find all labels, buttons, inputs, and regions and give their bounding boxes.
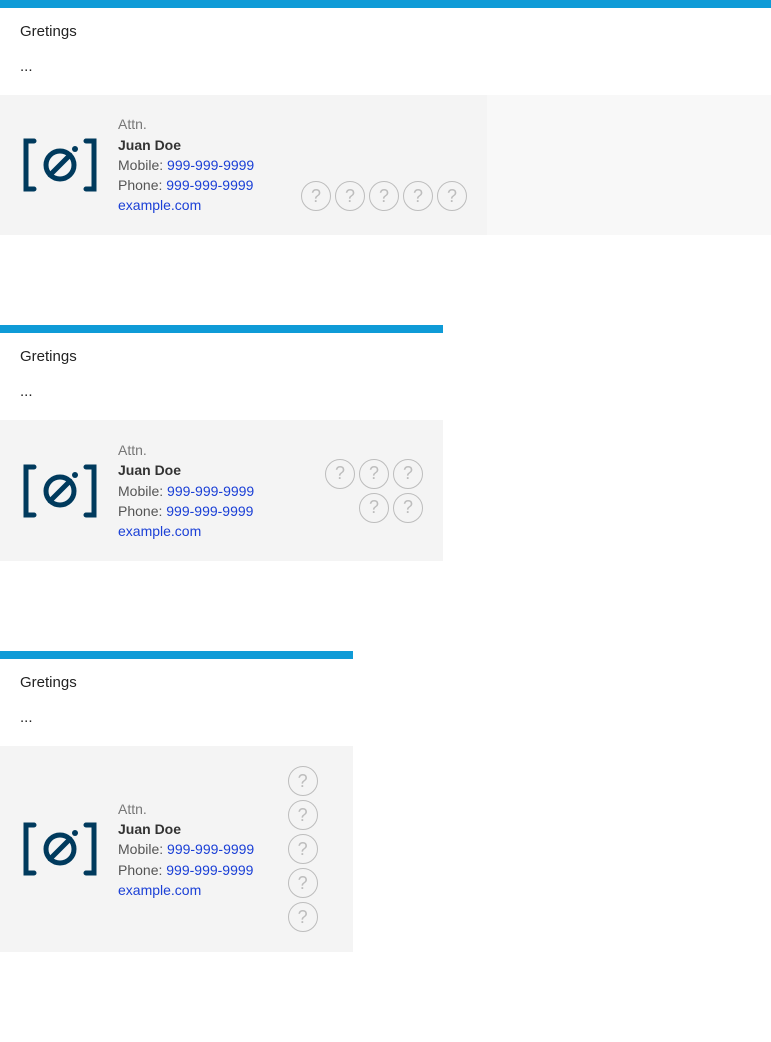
logo-icon [20, 821, 100, 877]
phone-label: Phone: [118, 862, 166, 878]
mobile-link[interactable]: 999-999-9999 [167, 483, 254, 499]
social-icon[interactable]: ? [393, 493, 423, 523]
social-icon[interactable]: ? [437, 181, 467, 211]
brand-bar [0, 651, 353, 659]
phone-link[interactable]: 999-999-9999 [166, 503, 253, 519]
contact-info: Attn. Juan Doe Mobile: 999-999-9999 Phon… [118, 799, 254, 900]
social-icon[interactable]: ? [403, 181, 433, 211]
social-icon[interactable]: ? [359, 459, 389, 489]
social-icon[interactable]: ? [301, 181, 331, 211]
attn-label: Attn. [118, 440, 254, 460]
brand-bar [0, 325, 443, 333]
contact-info: Attn. Juan Doe Mobile: 999-999-9999 Phon… [118, 440, 254, 541]
social-icon[interactable]: ? [325, 459, 355, 489]
greeting-text: Gretings [20, 348, 423, 365]
body-placeholder: ... [20, 58, 751, 75]
phone-link[interactable]: 999-999-9999 [166, 862, 253, 878]
mobile-label: Mobile: [118, 157, 167, 173]
mobile-label: Mobile: [118, 841, 167, 857]
logo-icon [20, 137, 100, 193]
social-icon[interactable]: ? [288, 834, 318, 864]
body-placeholder: ... [20, 709, 333, 726]
contact-name: Juan Doe [118, 460, 254, 480]
logo-icon [20, 463, 100, 519]
social-icons-column: ? ? ? ? ? [272, 766, 333, 932]
mobile-label: Mobile: [118, 483, 167, 499]
social-icon[interactable]: ? [288, 868, 318, 898]
social-icons-wrap: ? ? ? ? ? [272, 459, 423, 523]
social-icon[interactable]: ? [335, 181, 365, 211]
social-icon[interactable]: ? [288, 800, 318, 830]
mobile-link[interactable]: 999-999-9999 [167, 841, 254, 857]
phone-link[interactable]: 999-999-9999 [166, 177, 253, 193]
social-icon[interactable]: ? [393, 459, 423, 489]
signature-variant-2: Gretings ... Attn. Juan Doe Mobile: 999-… [0, 325, 443, 561]
signature-variant-3: Gretings ... Attn. Juan Doe Mobile: 999-… [0, 651, 353, 952]
contact-name: Juan Doe [118, 819, 254, 839]
phone-label: Phone: [118, 503, 166, 519]
social-icon[interactable]: ? [288, 766, 318, 796]
website-link[interactable]: example.com [118, 197, 201, 213]
phone-label: Phone: [118, 177, 166, 193]
greeting-text: Gretings [20, 23, 751, 40]
greeting-text: Gretings [20, 674, 333, 691]
contact-name: Juan Doe [118, 135, 254, 155]
social-icon[interactable]: ? [359, 493, 389, 523]
social-icons-row: ? ? ? ? ? [272, 181, 467, 215]
attn-label: Attn. [118, 799, 254, 819]
social-icon[interactable]: ? [288, 902, 318, 932]
website-link[interactable]: example.com [118, 523, 201, 539]
attn-label: Attn. [118, 114, 254, 134]
signature-variant-1: Gretings ... Attn. Juan Doe Mobile: 9 [0, 0, 771, 235]
website-link[interactable]: example.com [118, 882, 201, 898]
body-placeholder: ... [20, 383, 423, 400]
contact-info: Attn. Juan Doe Mobile: 999-999-9999 Phon… [118, 114, 254, 215]
mobile-link[interactable]: 999-999-9999 [167, 157, 254, 173]
brand-bar [0, 0, 771, 8]
social-icon[interactable]: ? [369, 181, 399, 211]
